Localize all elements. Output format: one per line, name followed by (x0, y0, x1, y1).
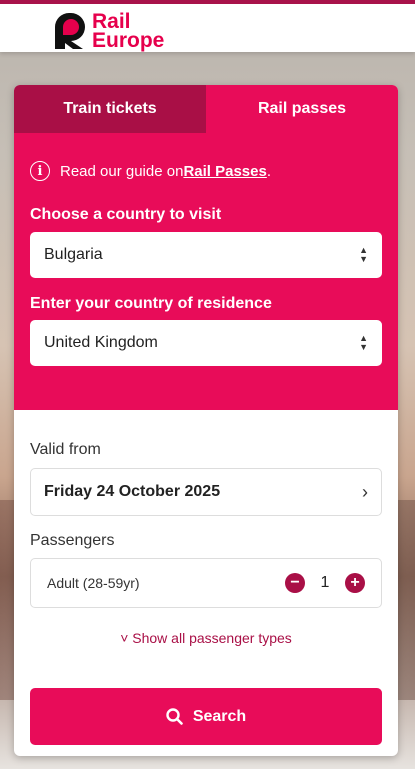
passengers-label: Passengers (30, 532, 115, 549)
guide-info: i Read our guide on Rail Passes . (30, 133, 382, 181)
increment-button[interactable]: + (345, 573, 365, 593)
valid-from-value: Friday 24 October 2025 (44, 483, 221, 500)
pass-search-form: i Read our guide on Rail Passes . Choose… (14, 133, 398, 410)
logo-text: Rail Europe (92, 11, 165, 52)
sort-arrows-icon: ▲ ▼ (359, 245, 368, 264)
chevron-down-icon: ˅ (120, 630, 129, 646)
valid-from-label: Valid from (30, 441, 101, 458)
booking-card: Train tickets Rail passes i Read our gui… (14, 85, 398, 756)
residence-select-value: United Kingdom (44, 334, 158, 351)
passenger-stepper: − 1 + (285, 573, 365, 593)
valid-from-date-picker[interactable]: Friday 24 October 2025 › (30, 468, 382, 516)
residence-select[interactable]: United Kingdom ▲ ▼ (30, 320, 382, 366)
passenger-row: Adult (28-59yr) − 1 + (30, 558, 382, 608)
sort-arrows-icon: ▲ ▼ (359, 333, 368, 352)
country-select[interactable]: Bulgaria ▲ ▼ (30, 232, 382, 278)
guide-text-suffix: . (266, 162, 272, 180)
tab-bar: Train tickets Rail passes (14, 85, 398, 133)
guide-text-prefix: Read our guide on (60, 162, 184, 180)
passenger-count: 1 (320, 574, 330, 591)
header: Rail Europe (0, 0, 415, 52)
search-button[interactable]: Search (30, 688, 382, 745)
rail-passes-guide-link[interactable]: Rail Passes (183, 163, 266, 180)
country-label: Choose a country to visit (30, 206, 222, 223)
tab-train-tickets[interactable]: Train tickets (14, 85, 206, 133)
tab-rail-passes[interactable]: Rail passes (206, 85, 398, 133)
country-select-value: Bulgaria (44, 246, 103, 263)
show-all-passenger-types[interactable]: ˅ Show all passenger types (30, 630, 382, 646)
show-all-label: Show all passenger types (132, 630, 292, 646)
logo-line-2: Europe (92, 29, 165, 52)
decrement-button[interactable]: − (285, 573, 305, 593)
search-icon (166, 708, 183, 725)
logo-mark-icon (55, 13, 85, 49)
pass-options: Valid from Friday 24 October 2025 › Pass… (14, 441, 398, 745)
info-icon: i (30, 161, 50, 181)
chevron-right-icon: › (362, 481, 368, 502)
residence-label: Enter your country of residence (30, 295, 272, 312)
rail-europe-logo[interactable]: Rail Europe (53, 11, 165, 52)
passenger-type: Adult (28-59yr) (47, 575, 140, 591)
search-label: Search (192, 707, 247, 725)
